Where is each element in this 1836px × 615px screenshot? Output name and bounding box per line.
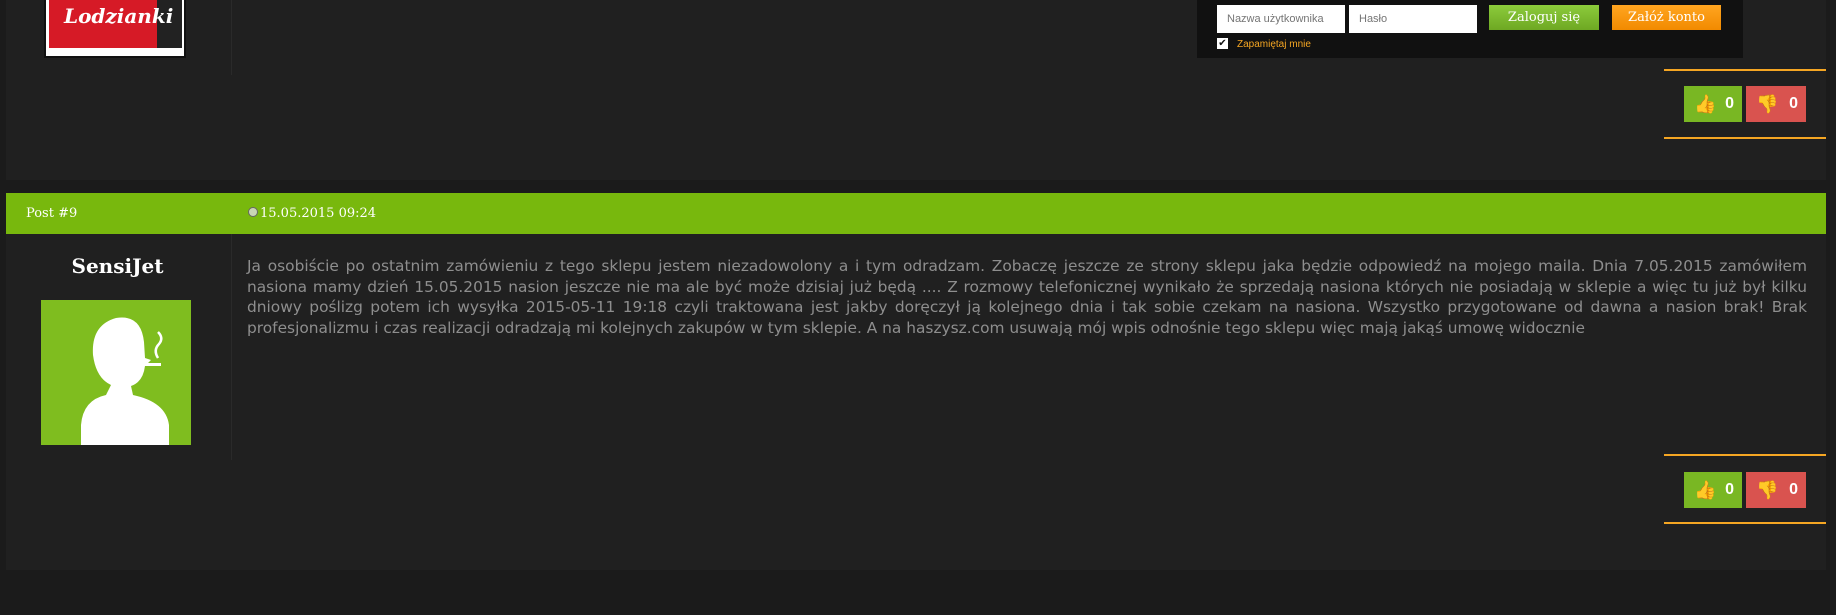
smoker-silhouette-icon	[41, 300, 191, 445]
remember-label: Zapamiętaj mnie	[1237, 39, 1311, 50]
vote-divider-bottom	[1664, 522, 1826, 524]
thumbs-down-icon: 👎	[1756, 480, 1779, 500]
column-divider	[231, 234, 232, 460]
upvote-button[interactable]: 👍 0	[1684, 472, 1742, 508]
downvote-button[interactable]: 👎 0	[1746, 86, 1806, 122]
upvote-count: 0	[1725, 95, 1734, 112]
thumbs-up-icon: 👍	[1694, 480, 1717, 500]
vote-divider-top	[1664, 69, 1826, 71]
post-body: Ja osobiście po ostatnim zamówieniu z te…	[247, 257, 1807, 337]
password-field[interactable]	[1349, 5, 1477, 33]
remember-checkbox[interactable]: ✔	[1217, 38, 1228, 49]
upvote-count: 0	[1725, 481, 1734, 498]
post-number[interactable]: Post #9	[26, 206, 77, 221]
downvote-count: 0	[1789, 95, 1798, 112]
previous-post-avatar: Lodzianki	[44, 0, 186, 58]
downvote-button[interactable]: 👎 0	[1746, 472, 1806, 508]
login-button[interactable]: Zaloguj się	[1489, 5, 1599, 30]
avatar-logo-text: Lodzianki	[64, 4, 174, 28]
thumbs-up-icon: 👍	[1694, 94, 1717, 114]
author-avatar	[41, 300, 191, 445]
post-date: 15.05.2015 09:24	[260, 206, 377, 221]
login-bar: Zaloguj się Załóż konto ✔ Zapamiętaj mni…	[1197, 0, 1743, 58]
register-button[interactable]: Załóż konto	[1612, 5, 1721, 30]
post-panel	[6, 193, 1826, 570]
username-field[interactable]	[1217, 5, 1345, 33]
post-author[interactable]: SensiJet	[20, 254, 215, 278]
thumbs-down-icon: 👎	[1756, 94, 1779, 114]
vote-divider-bottom	[1664, 137, 1826, 139]
post-header-bar: Post #9 15.05.2015 09:24	[6, 193, 1826, 234]
column-divider	[231, 0, 232, 75]
vote-divider-top	[1664, 454, 1826, 456]
downvote-count: 0	[1789, 481, 1798, 498]
upvote-button[interactable]: 👍 0	[1684, 86, 1742, 122]
clock-icon	[248, 207, 258, 217]
